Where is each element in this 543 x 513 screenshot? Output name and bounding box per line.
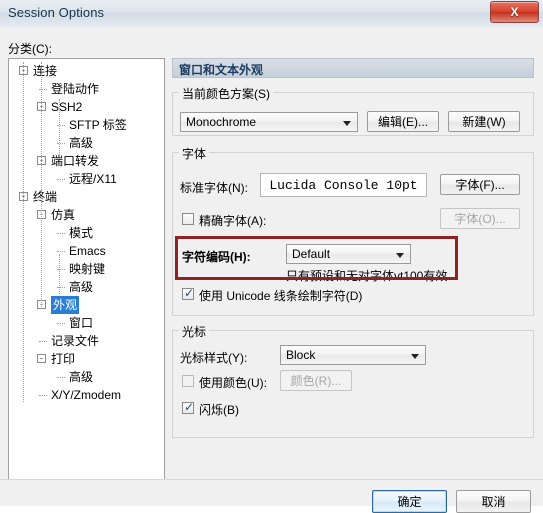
- tree-item[interactable]: 高级: [9, 368, 164, 386]
- tree-item[interactable]: - SSH2: [9, 98, 164, 116]
- tree-connector: [57, 233, 65, 234]
- edit-scheme-button[interactable]: 编辑(E)...: [367, 111, 439, 132]
- tree-item-label: 高级: [69, 136, 94, 150]
- cursor-use-color-label: 使用颜色(U):: [199, 376, 267, 390]
- tree-item-label: SFTP 标签: [69, 118, 127, 132]
- tree-item-label: SSH2: [51, 100, 83, 114]
- tree-connector: [57, 251, 65, 252]
- tree-item[interactable]: - 仿真: [9, 206, 164, 224]
- tree-connector: [57, 323, 65, 324]
- tree-item-label: X/Y/Zmodem: [51, 388, 122, 402]
- tree-item[interactable]: 映射键: [9, 260, 164, 278]
- tree-item-label: 外观: [51, 296, 80, 314]
- tree-connector: [39, 395, 47, 396]
- cancel-button[interactable]: 取消: [456, 490, 531, 513]
- footer-separator: [0, 479, 543, 480]
- tree-item[interactable]: 窗口: [9, 314, 164, 332]
- tree-connector: [57, 179, 65, 180]
- check-icon: ✓: [184, 400, 195, 414]
- tree-item-label: 模式: [69, 226, 94, 240]
- tree-guide: [59, 99, 60, 159]
- cursor-group-title: 光标: [179, 323, 210, 340]
- unicode-line-label: 使用 Unicode 线条绘制字符(D): [199, 289, 363, 303]
- title-bar: Session Options X: [0, 0, 543, 28]
- tree-item[interactable]: X/Y/Zmodem: [9, 386, 164, 404]
- unicode-line-checkbox-box: ✓: [182, 286, 195, 300]
- pane-header: 窗口和文本外观: [172, 58, 534, 78]
- tree-item[interactable]: 高级: [9, 134, 164, 152]
- tree-item[interactable]: 远程/X11: [9, 170, 164, 188]
- tree-item-label: 终端: [33, 190, 58, 204]
- tree-item[interactable]: - 端口转发: [9, 152, 164, 170]
- settings-pane: 窗口和文本外观 当前颜色方案(S) Monochrome 编辑(E)... 新建…: [172, 58, 534, 478]
- normal-font-label: 标准字体(N):: [180, 181, 248, 195]
- session-options-dialog: Session Options X 分类(C): - 连接 登陆动作 - SSH2 SFT…: [0, 0, 543, 513]
- new-scheme-button[interactable]: 新建(W): [448, 111, 520, 132]
- tree-expander-icon[interactable]: -: [37, 354, 46, 363]
- tree-item-label: Emacs: [69, 244, 106, 258]
- tree-item[interactable]: Emacs: [9, 242, 164, 260]
- tree-guide: [59, 254, 60, 294]
- encoding-label: 字符编码(H):: [182, 250, 251, 264]
- tree-item[interactable]: - 连接: [9, 62, 164, 80]
- exact-font-button: 字体(O)...: [440, 208, 520, 229]
- color-scheme-group-title: 当前颜色方案(S): [179, 85, 273, 102]
- tree-connector: [57, 377, 65, 378]
- category-tree[interactable]: - 连接 登陆动作 - SSH2 SFTP 标签 高级 - 端口转发 远程/X11- 终端 - 仿真 模式…: [8, 58, 165, 480]
- tree-guide: [23, 62, 24, 402]
- tree-item-label: 记录文件: [51, 334, 100, 348]
- cursor-style-value: Block: [286, 348, 316, 362]
- encoding-hint: 只有预设和无对字体vt100有效: [286, 269, 448, 283]
- cursor-style-combo[interactable]: Block: [280, 345, 426, 365]
- tree-item[interactable]: - 终端: [9, 188, 164, 206]
- tree-item-label: 仿真: [51, 208, 76, 222]
- tree-connector: [39, 341, 47, 342]
- tree-guide: [41, 62, 42, 192]
- close-icon[interactable]: X: [490, 1, 539, 23]
- tree-item[interactable]: 记录文件: [9, 332, 164, 350]
- cursor-color-button: 颜色(R)...: [280, 370, 352, 391]
- cursor-style-label: 光标样式(Y):: [180, 351, 248, 365]
- tree-item[interactable]: - 外观: [9, 296, 164, 314]
- tree-item[interactable]: 模式: [9, 224, 164, 242]
- tree-item-label: 高级: [69, 280, 94, 294]
- chevron-down-icon: [411, 354, 419, 359]
- tree-guide: [41, 189, 42, 309]
- ok-button[interactable]: 确定: [372, 490, 447, 513]
- category-label: 分类(C):: [8, 42, 52, 56]
- tree-item[interactable]: SFTP 标签: [9, 116, 164, 134]
- chevron-down-icon: [343, 121, 351, 126]
- tree-item-label: 连接: [33, 64, 58, 78]
- encoding-combo[interactable]: Default: [286, 244, 411, 264]
- pane-header-title: 窗口和文本外观: [179, 63, 264, 77]
- choose-font-button[interactable]: 字体(F)...: [440, 174, 520, 195]
- tree-item-label: 登陆动作: [51, 82, 100, 96]
- font-group-title: 字体: [179, 145, 210, 162]
- tree-item[interactable]: 登陆动作: [9, 80, 164, 98]
- color-scheme-combo[interactable]: Monochrome: [180, 112, 358, 132]
- normal-font-sample: Lucida Console 10pt: [260, 173, 427, 197]
- cursor-blink-label: 闪烁(B): [199, 403, 239, 417]
- tree-item-label: 窗口: [69, 316, 94, 330]
- chevron-down-icon: [396, 253, 404, 258]
- color-scheme-value: Monochrome: [186, 115, 257, 129]
- tree-item[interactable]: - 打印: [9, 350, 164, 368]
- cursor-blink-checkbox-box: ✓: [182, 400, 195, 414]
- tree-item-label: 打印: [51, 352, 76, 366]
- check-icon: ✓: [184, 286, 195, 300]
- tree-item-label: 高级: [69, 370, 94, 384]
- tree-item-label: 远程/X11: [69, 172, 117, 186]
- window-title: Session Options: [8, 5, 105, 20]
- cursor-use-color-checkbox-box: [182, 375, 194, 387]
- encoding-value: Default: [292, 247, 331, 261]
- exact-font-label: 精确字体(A):: [199, 214, 267, 228]
- tree-item-label: 映射键: [69, 262, 106, 276]
- tree-item[interactable]: 高级: [9, 278, 164, 296]
- exact-font-checkbox-box: [182, 213, 194, 225]
- dialog-body: 分类(C): - 连接 登陆动作 - SSH2 SFTP 标签 高级 - 端口转发 远程/X11-…: [0, 27, 543, 513]
